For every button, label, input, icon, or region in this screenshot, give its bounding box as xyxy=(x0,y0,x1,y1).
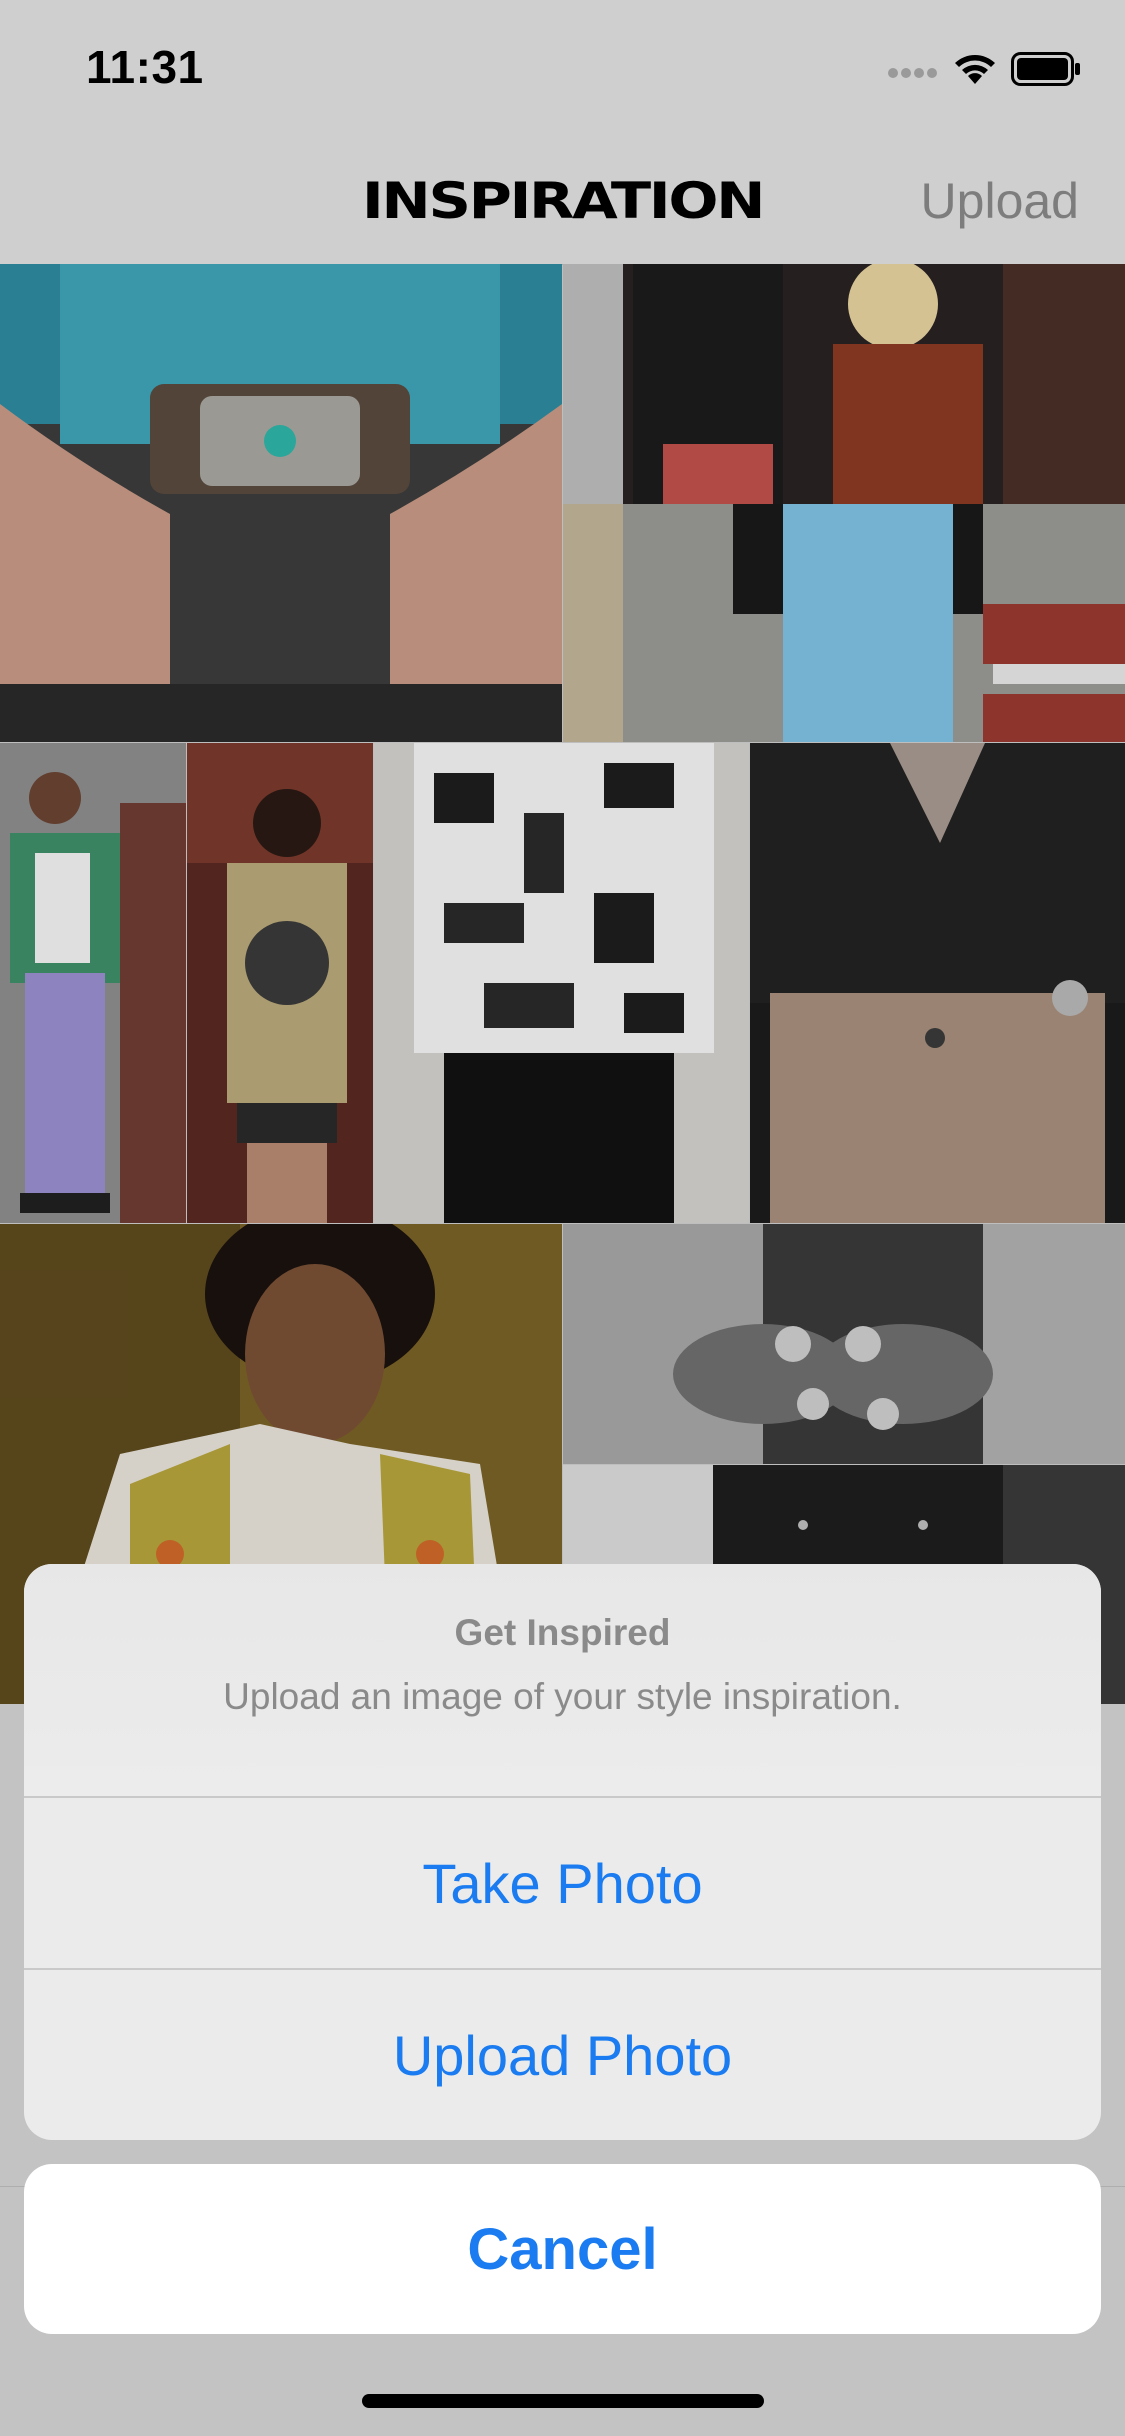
status-bar: 11:31 xyxy=(0,0,1125,132)
status-icons xyxy=(887,52,1081,86)
nav-bar: INSPIRATION Upload xyxy=(0,132,1125,265)
wifi-icon xyxy=(955,55,995,84)
cancel-button[interactable]: Cancel xyxy=(24,2164,1101,2334)
take-photo-button[interactable]: Take Photo xyxy=(24,1798,1101,1968)
action-sheet-message: Upload an image of your style inspiratio… xyxy=(223,1676,902,1717)
home-indicator[interactable] xyxy=(362,2394,764,2408)
status-time: 11:31 xyxy=(86,41,204,93)
battery-icon xyxy=(1011,52,1080,86)
action-sheet: Get Inspired Upload an image of your sty… xyxy=(24,1564,1101,2140)
cellular-signal-icon xyxy=(888,68,937,78)
action-sheet-header: Get Inspired Upload an image of your sty… xyxy=(24,1564,1101,1796)
action-sheet-title: Get Inspired xyxy=(454,1612,671,1653)
upload-photo-button[interactable]: Upload Photo xyxy=(24,1970,1101,2140)
upload-button[interactable]: Upload xyxy=(921,172,1079,230)
